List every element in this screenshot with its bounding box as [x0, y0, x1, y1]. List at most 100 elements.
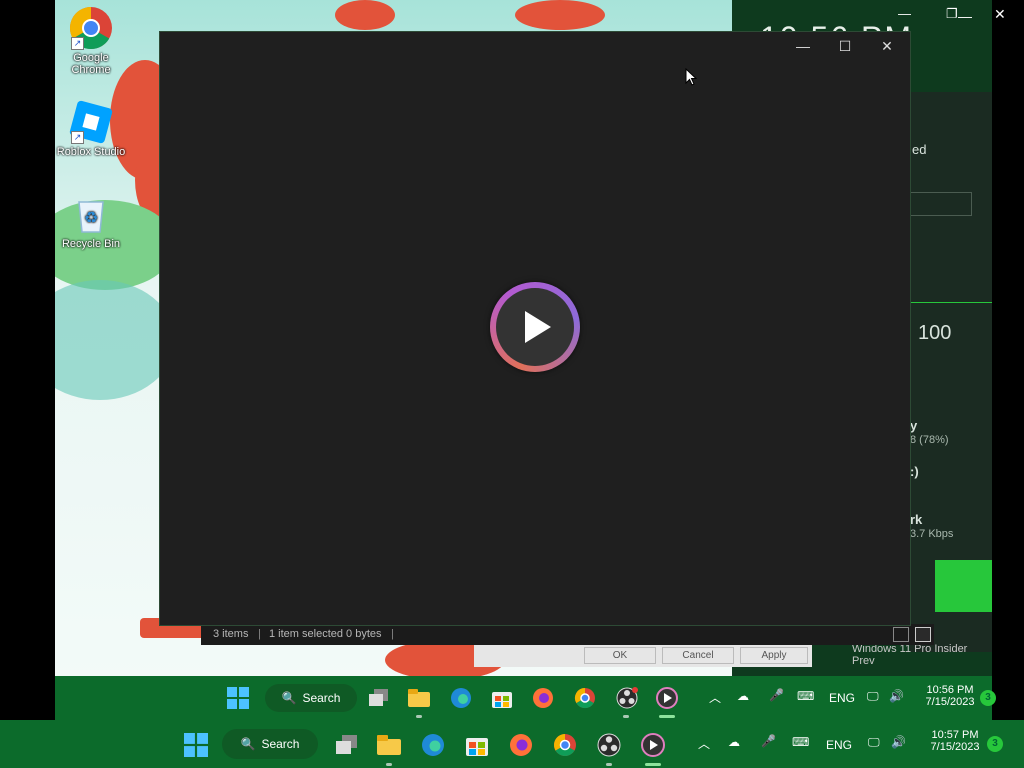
volume-icon[interactable]: 🔊: [889, 689, 904, 703]
active-indicator: [659, 715, 675, 718]
search-box[interactable]: 🔍 Search: [222, 729, 318, 759]
play-icon: [496, 288, 574, 366]
firefox-icon[interactable]: [508, 732, 534, 758]
media-player-taskbar-icon[interactable]: [640, 732, 666, 758]
firefox-icon[interactable]: [531, 686, 555, 710]
show-hidden-icons-icon[interactable]: ︿: [698, 735, 710, 752]
desktop-icon-label: Roblox Studio: [56, 146, 126, 158]
roblox-studio-icon: ↗: [69, 100, 113, 144]
screen: ↗ Google Chrome ↗ Roblox Studio ♻ Recycl…: [0, 0, 1024, 768]
microphone-icon[interactable]: 🎤: [769, 688, 784, 702]
desktop-icon-roblox-studio[interactable]: ↗ Roblox Studio: [55, 100, 127, 158]
running-indicator: [386, 763, 392, 766]
details-view-icon[interactable]: [893, 627, 909, 642]
clock-time: 10:57 PM: [931, 729, 979, 741]
notification-badge[interactable]: 3: [987, 736, 1003, 752]
task-view-icon[interactable]: [334, 732, 360, 758]
store-icon[interactable]: [464, 732, 490, 758]
windows-watermark: Windows 11 Pro Insider Prev: [852, 643, 968, 667]
language-indicator[interactable]: ENG: [826, 738, 852, 752]
network-detail: 3.7 Kbps: [910, 528, 954, 540]
clock-date: 7/15/2023: [925, 696, 975, 708]
network-label: rk: [910, 512, 923, 527]
network-icon[interactable]: 🖵: [868, 735, 880, 750]
show-hidden-icons-icon[interactable]: ︿: [709, 689, 721, 706]
outer-restore-icon[interactable]: ❐: [946, 6, 958, 22]
wallpaper-shape: [55, 280, 175, 400]
search-label: Search: [261, 737, 300, 751]
search-icon: 🔍: [281, 691, 297, 705]
task-view-icon[interactable]: [367, 686, 391, 710]
media-player-window[interactable]: — ☐ ✕: [159, 31, 911, 626]
shortcut-arrow-icon: ↗: [71, 131, 84, 144]
volume-icon[interactable]: 🔊: [891, 735, 906, 749]
inner-taskbar: 🔍 Search ︿ ☁ 🎤 ⌨ ENG 🖵 🔊 10:56 PM 7/15/2…: [55, 676, 996, 720]
cloud-off-icon[interactable]: ☁: [737, 689, 749, 703]
ok-button[interactable]: OK: [584, 647, 656, 664]
highlight-block: [935, 560, 992, 612]
outer-close-icon[interactable]: ✕: [994, 6, 1006, 23]
close-button[interactable]: ✕: [866, 32, 908, 60]
microphone-icon[interactable]: 🎤: [761, 734, 776, 748]
network-icon[interactable]: 🖵: [867, 689, 879, 704]
apply-button[interactable]: Apply: [740, 647, 808, 664]
recycle-bin-icon: ♻: [69, 192, 113, 236]
memory-detail: 8 (78%): [910, 434, 949, 446]
disk-label: :): [910, 464, 919, 479]
start-icon[interactable]: [226, 686, 250, 710]
start-icon[interactable]: [183, 732, 209, 758]
maximize-button[interactable]: ☐: [824, 32, 866, 60]
dialog-buttons: OK Cancel Apply: [474, 645, 812, 667]
desktop-icon-label: Google Chrome: [71, 52, 111, 76]
memory-label: y: [910, 418, 918, 433]
cloud-off-icon[interactable]: ☁: [728, 735, 740, 749]
shortcut-arrow-icon: ↗: [71, 37, 84, 50]
chrome-taskbar-icon[interactable]: [573, 686, 597, 710]
clock[interactable]: 10:56 PM 7/15/2023: [917, 684, 983, 708]
clock[interactable]: 10:57 PM 7/15/2023: [920, 729, 990, 753]
store-icon[interactable]: [490, 686, 514, 710]
background-minimize-icon[interactable]: —: [958, 8, 972, 24]
search-label: Search: [302, 691, 341, 705]
divider: [910, 302, 992, 303]
desktop-icon-recycle-bin[interactable]: ♻ Recycle Bin: [55, 192, 127, 250]
running-indicator: [623, 715, 629, 718]
obs-icon[interactable]: [596, 732, 622, 758]
desktop-icon-label: Recycle Bin: [61, 238, 121, 250]
file-explorer-icon[interactable]: [407, 686, 431, 710]
desktop-icon-chrome[interactable]: ↗ Google Chrome: [55, 6, 127, 76]
file-explorer-icon[interactable]: [376, 732, 402, 758]
percent-value: 100: [918, 322, 952, 344]
mouse-cursor-icon: [685, 68, 697, 86]
running-indicator: [606, 763, 612, 766]
cancel-button[interactable]: Cancel: [662, 647, 734, 664]
play-button[interactable]: [490, 282, 580, 372]
tiles-view-icon[interactable]: [915, 627, 931, 642]
search-box[interactable]: 🔍 Search: [265, 684, 357, 712]
language-indicator[interactable]: ENG: [829, 691, 855, 705]
items-count: 3 items: [213, 628, 249, 640]
edge-icon[interactable]: [420, 732, 446, 758]
keyboard-icon[interactable]: ⌨: [792, 735, 809, 749]
search-icon: 🔍: [240, 737, 256, 751]
wallpaper-shape: [515, 0, 605, 30]
media-player-taskbar-icon[interactable]: [655, 686, 679, 710]
obs-icon[interactable]: [615, 686, 639, 710]
panel-text: ed: [912, 142, 927, 157]
notification-badge[interactable]: 3: [980, 690, 996, 706]
clock-time: 10:56 PM: [926, 684, 974, 696]
chrome-taskbar-icon[interactable]: [552, 732, 578, 758]
running-indicator: [416, 715, 422, 718]
wallpaper-shape: [335, 0, 395, 30]
chrome-icon: ↗: [69, 6, 113, 50]
panel-field[interactable]: [910, 192, 972, 216]
selection-info: 1 item selected 0 bytes: [269, 628, 382, 640]
explorer-status-bar: 3 items | 1 item selected 0 bytes |: [201, 624, 934, 645]
outer-taskbar: 🔍 Search ︿ ☁ 🎤 ⌨ ENG 🖵 🔊 10:57 PM 7/15/2…: [0, 720, 1024, 768]
keyboard-icon[interactable]: ⌨: [797, 689, 814, 703]
minimize-button[interactable]: —: [782, 32, 824, 60]
clock-date: 7/15/2023: [930, 741, 980, 753]
outer-minimize-icon[interactable]: —: [898, 6, 911, 21]
edge-icon[interactable]: [449, 686, 473, 710]
separator: |: [258, 628, 261, 640]
